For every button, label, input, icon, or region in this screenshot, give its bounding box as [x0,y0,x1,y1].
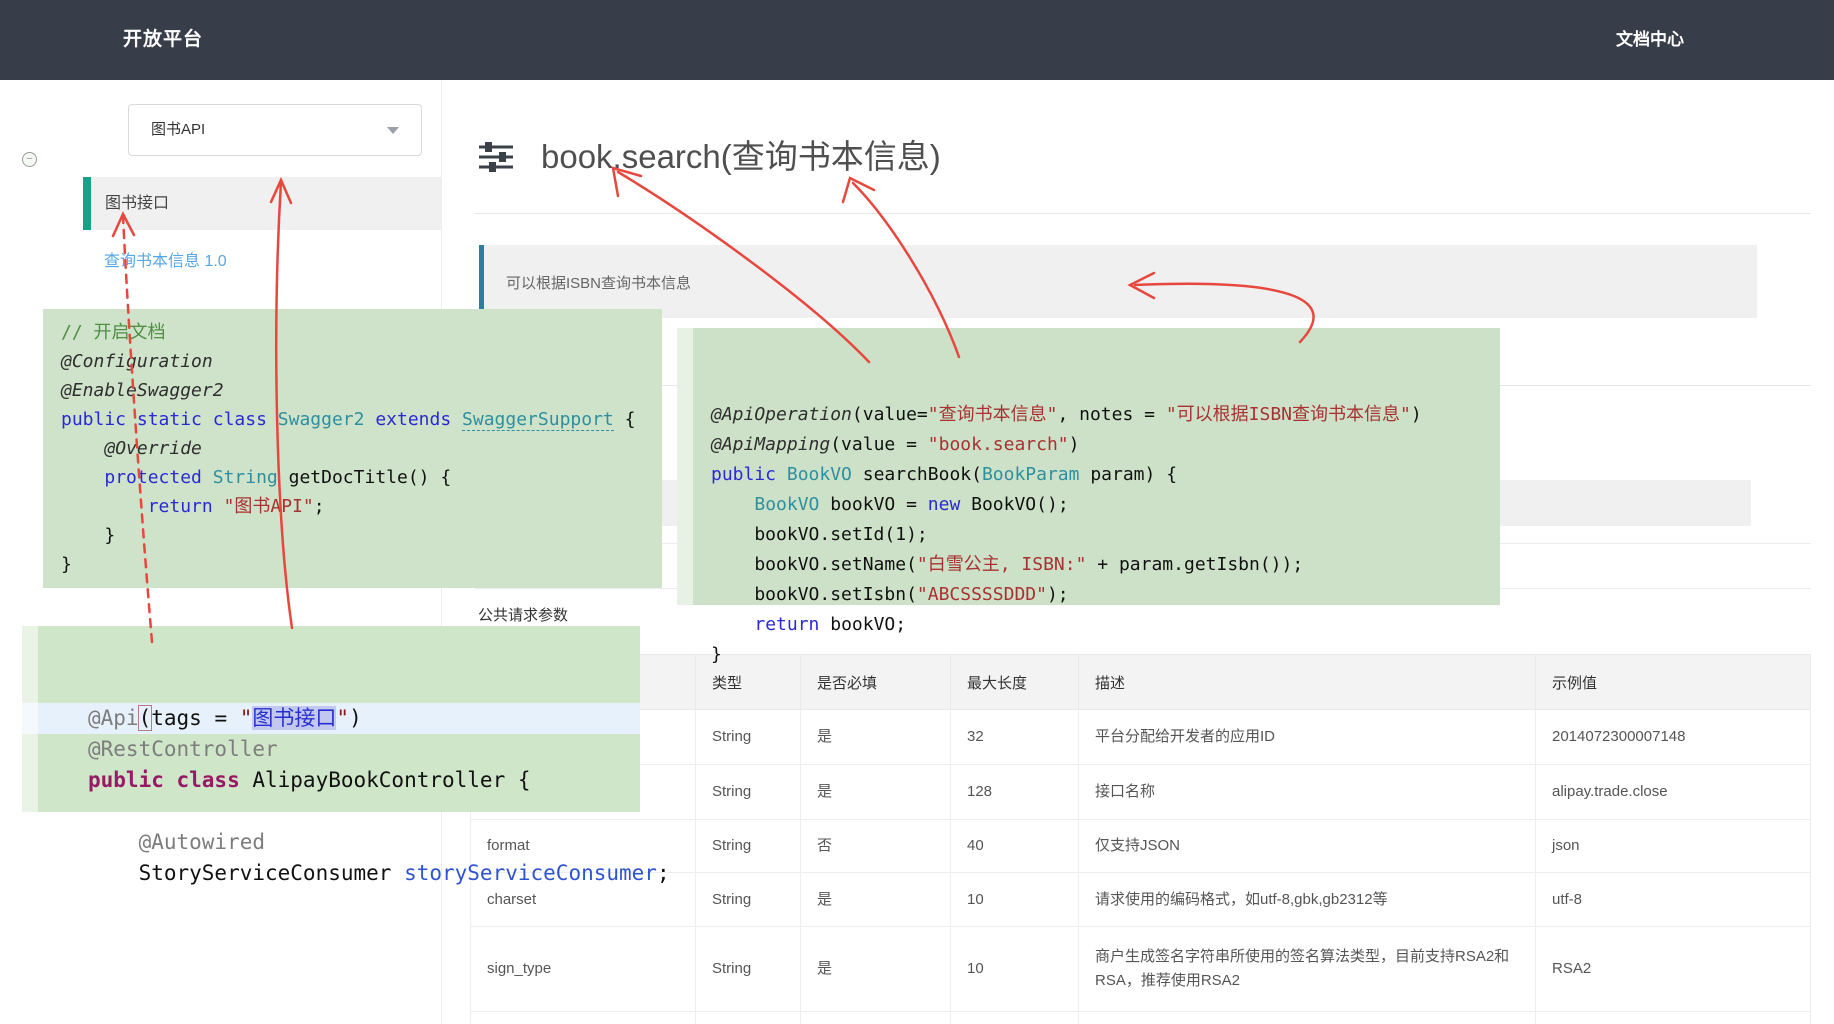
table-cell: utf-8 [1536,873,1811,927]
table-row: sign_typeString是10商户生成签名字符串所使用的签名算法类型，目前… [471,927,1811,1012]
table-cell: 商户生成签名字符串所使用的签名算法类型，目前支持RSA2和RSA，推荐使用RSA… [1079,927,1536,1012]
code-gutter [22,626,38,812]
sidebar-item-book-api[interactable]: 图书接口 [83,177,441,230]
table-cell: 平台分配给开发者的应用ID [1079,710,1536,765]
page-title: book.search(查询书本信息) [541,130,941,178]
nav-item-doc-center[interactable]: 文档中心 [1616,0,1684,80]
sidebar-item-label: 图书接口 [105,177,169,230]
brand-title: 开放平台 [123,0,203,80]
top-navbar: 开放平台 文档中心 [0,0,1834,80]
sliders-icon [477,139,515,175]
table-cell: 是 [801,710,951,765]
table-row: methodString是128接口名称alipay.trade.close [471,765,1811,820]
app-window: 开放平台 文档中心 图书API 图书接口 查询书本信息 1.0 book.sea… [0,0,1834,1024]
table-cell: 32 [951,710,1079,765]
table-cell: 接口名称 [1079,765,1536,820]
table-cell: 10 [951,873,1079,927]
table-cell: 是 [801,765,951,820]
table-cell: String [696,927,801,1012]
api-group-dropdown-value: 图书API [151,105,205,155]
common-params-section-title: 公共请求参数 [478,604,568,625]
table-cell: sign_type [471,927,696,1012]
table-cell: 是 [801,927,951,1012]
api-description-box: 可以根据ISBN查询书本信息 [479,245,1757,318]
active-item-bar [83,177,91,230]
code-overlay-swagger-config: // 开启文档@Configuration@EnableSwagger2publ… [43,309,662,588]
table-cell: String [696,873,801,927]
table-cell: 128 [951,765,1079,820]
table-cell: String [696,765,801,820]
chevron-down-icon [387,127,399,134]
table-cell: RSA2 [1536,927,1811,1012]
api-description-text: 可以根据ISBN查询书本信息 [506,272,691,293]
table-cell: 40 [951,820,1079,873]
table-cell: alipay.trade.close [1536,765,1811,820]
table-cell: 请求使用的编码格式，如utf-8,gbk,gb2312等 [1079,873,1536,927]
code-overlay-search-method: @ApiOperation(value="查询书本信息", notes = "可… [677,328,1500,605]
table-cell: 仅支持JSON [1079,820,1536,873]
table-cell: 10 [951,927,1079,1012]
table-row: charsetString是10请求使用的编码格式，如utf-8,gbk,gb2… [471,873,1811,927]
table-cell: 是 [801,873,951,927]
table-row: app_idString是32平台分配给开发者的应用ID201407230000… [471,710,1811,765]
code-fold-icon: − [22,152,37,167]
table-cell: String [696,710,801,765]
table-body: app_idString是32平台分配给开发者的应用ID201407230000… [471,710,1811,1024]
title-divider [475,213,1811,214]
code-gutter [677,328,693,605]
common-request-params-table: 参数类型是否必填最大长度描述示例值 app_idString是32平台分配给开发… [470,654,1811,1024]
table-cell: json [1536,820,1811,873]
column-header: 示例值 [1536,655,1811,710]
table-row-partial [471,1012,1811,1024]
code-overlay-controller-class: @Api(tags = "图书接口")@RestControllerpublic… [22,626,640,812]
api-group-dropdown[interactable]: 图书API [128,104,422,156]
table-cell: 否 [801,820,951,873]
table-row: formatString否40仅支持JSONjson [471,820,1811,873]
table-cell: String [696,820,801,873]
table-cell: 2014072300007148 [1536,710,1811,765]
sidebar-link-book-search[interactable]: 查询书本信息 1.0 [104,247,227,271]
